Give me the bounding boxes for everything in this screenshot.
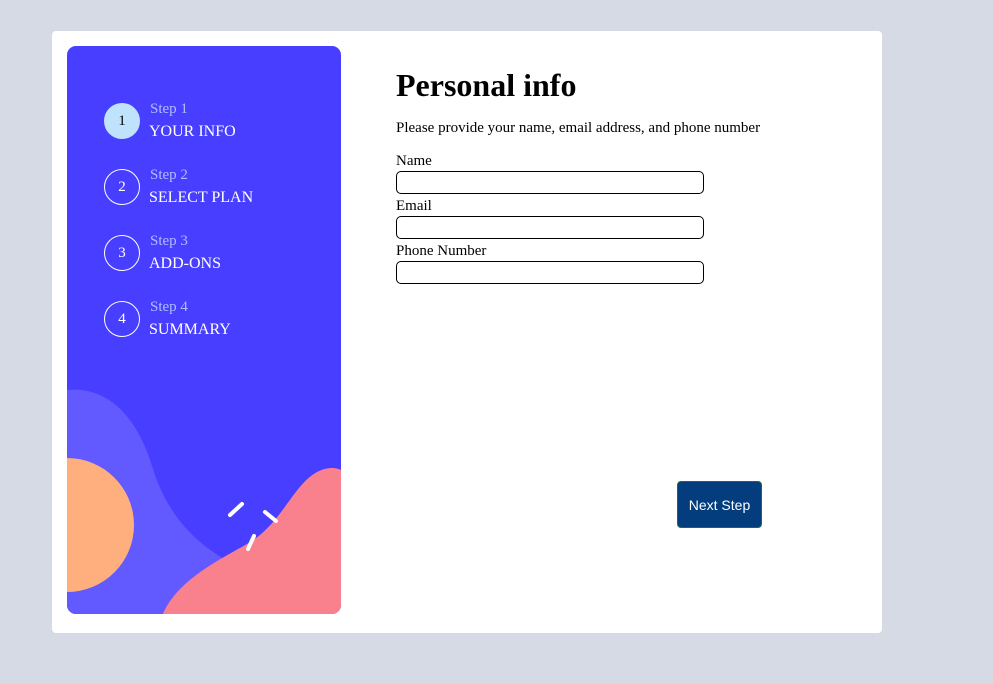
step-sub-label: Step 1 [150, 101, 188, 117]
sparkle-line-2 [263, 510, 278, 523]
step-sub-label: Step 3 [150, 233, 188, 249]
page-title: Personal info [396, 67, 577, 103]
step-number-circle: 3 [104, 235, 140, 271]
phone-field[interactable] [396, 261, 704, 284]
step-sidebar: 1 Step 1 YOUR INFO 2 Step 2 SELECT PLAN … [67, 46, 341, 614]
email-label: Email [396, 198, 432, 214]
form-card: 1 Step 1 YOUR INFO 2 Step 2 SELECT PLAN … [52, 31, 882, 633]
step-sub-label: Step 2 [150, 167, 188, 183]
step-number-circle: 2 [104, 169, 140, 205]
next-step-button[interactable]: Next Step [677, 481, 762, 528]
step-title: ADD-ONS [149, 255, 221, 272]
name-label: Name [396, 153, 432, 169]
step-title: SELECT PLAN [149, 189, 254, 206]
step-sub-label: Step 4 [150, 299, 188, 315]
step-number-circle: 1 [104, 103, 140, 139]
phone-label: Phone Number [396, 243, 487, 259]
page-subtitle: Please provide your name, email address,… [396, 120, 761, 136]
step-number-circle: 4 [104, 301, 140, 337]
name-field[interactable] [396, 171, 704, 194]
sparkle-line-1 [228, 502, 244, 517]
step-title: YOUR INFO [149, 123, 236, 140]
step-title: SUMMARY [149, 321, 231, 338]
email-field[interactable] [396, 216, 704, 239]
